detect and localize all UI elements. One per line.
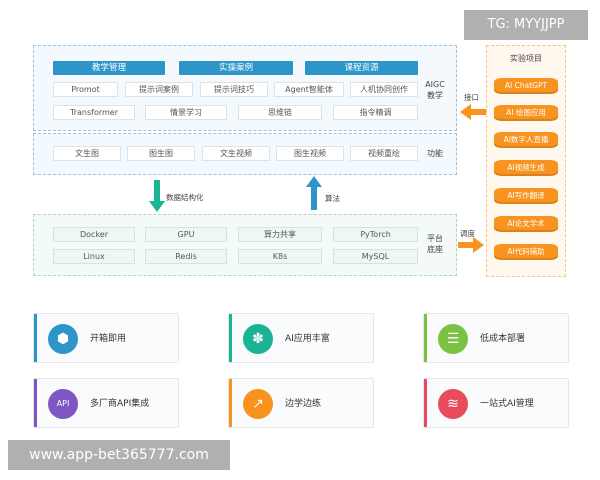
feature-label: 多厂商API集成 [90,399,150,409]
platform-side-label-line2: 底座 [427,245,443,254]
platform-k8s[interactable]: K8s [238,249,322,264]
up-arrow-label: 算法 [325,194,340,203]
feature-label: 一站式AI管理 [480,399,534,409]
experiment-video-gen[interactable]: AI视频生成 [494,160,558,176]
api-icon: API [48,389,78,419]
interface-label: 接口 [464,93,479,102]
platform-redis[interactable]: Redis [145,249,227,264]
feature-label: AI应用丰富 [285,334,330,344]
platform-side-label-line1: 平台 [427,234,443,243]
up-arrow-icon [306,176,322,210]
experiment-academic-paper[interactable]: AI论文学术 [494,216,558,232]
layers-icon: ≋ [438,389,468,419]
platform-compute-sharing[interactable]: 算力共享 [238,227,322,242]
platform-side-label: 平台 底座 [421,233,449,255]
platform-panel [33,214,457,276]
feature-card-api-integration[interactable]: API 多厂商API集成 [33,378,179,428]
schedule-label: 调度 [460,229,475,238]
experiment-chatgpt[interactable]: AI ChatGPT [494,78,558,94]
platform-pytorch[interactable]: PyTorch [333,227,418,242]
feature-card-one-stop-management[interactable]: ≋ 一站式AI管理 [423,378,569,428]
experiments-title: 实验项目 [510,54,542,63]
platform-mysql[interactable]: MySQL [333,249,418,264]
feature-card-low-cost[interactable]: ☰ 低成本部署 [423,313,569,363]
feature-label: 低成本部署 [480,334,526,344]
platform-gpu[interactable]: GPU [145,227,227,242]
feature-label: 边学边练 [285,399,322,409]
down-arrow-icon [149,180,165,212]
down-arrow-label: 数据结构化 [166,193,204,202]
experiment-digital-human[interactable]: AI数字人直播 [494,132,558,148]
chart-icon: ↗ [243,389,273,419]
feature-card-ready-to-use[interactable]: ⬢ 开箱即用 [33,313,179,363]
experiment-code-assist[interactable]: AI代码辅助 [494,244,558,260]
platform-linux[interactable]: Linux [53,249,135,264]
platform-docker[interactable]: Docker [53,227,135,242]
experiment-writing-translation[interactable]: AI写作翻译 [494,188,558,204]
watermark-bottom: www.app-bet365777.com [8,440,230,470]
flower-icon: ✽ [243,324,273,354]
feature-card-rich-ai-apps[interactable]: ✽ AI应用丰富 [228,313,374,363]
feature-label: 开箱即用 [90,334,127,344]
feature-card-learn-practice[interactable]: ↗ 边学边练 [228,378,374,428]
experiment-drawing[interactable]: AI 绘图应用 [494,105,558,121]
box-icon: ⬢ [48,324,78,354]
schedule-arrow-icon [458,237,484,253]
database-icon: ☰ [438,324,468,354]
watermark-top: TG: MYYJJPP [464,10,588,40]
